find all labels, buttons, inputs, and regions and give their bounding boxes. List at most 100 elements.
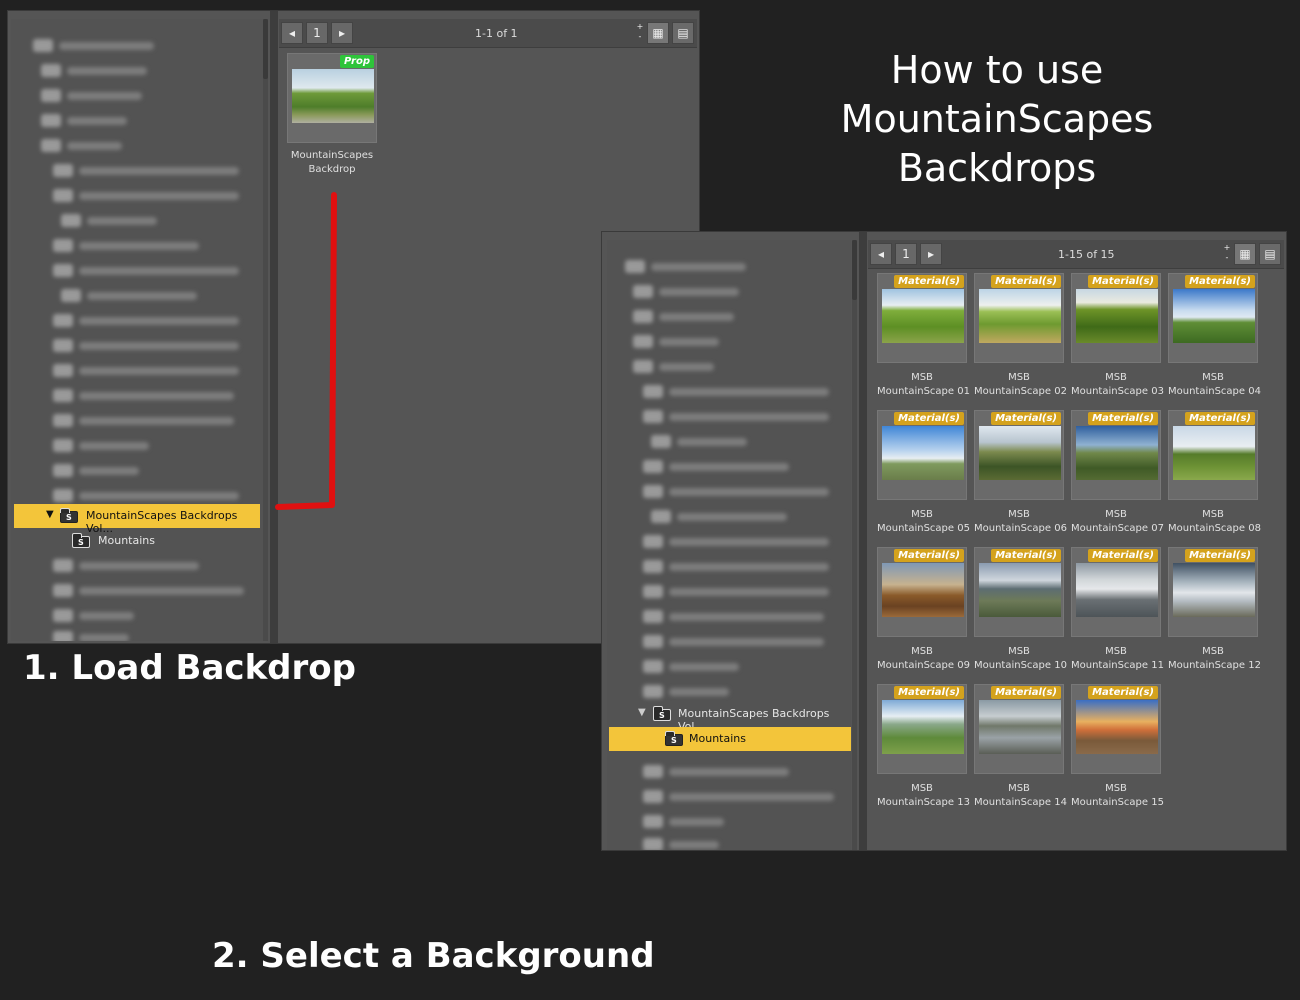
tree-item-blurred[interactable] (607, 685, 851, 699)
tree-item-mountainscapes-vol[interactable]: ▼ S MountainScapes Backdrops Vol... (607, 703, 851, 733)
asset-tile[interactable]: Material(s) MSB MountainScape 07 (1071, 410, 1164, 536)
prev-page-button[interactable]: ◂ (281, 22, 303, 44)
next-page-button[interactable]: ▸ (920, 243, 942, 265)
arrow-left-icon: ◂ (288, 26, 296, 40)
expand-arrow-icon[interactable]: ▼ (638, 707, 646, 718)
asset-tile[interactable]: Material(s) MSB MountainScape 11 (1071, 547, 1164, 673)
tree-item-blurred[interactable] (607, 838, 851, 850)
tree-item-blurred[interactable] (11, 89, 261, 103)
asset-tile[interactable]: Material(s) MSB MountainScape 09 (877, 547, 970, 673)
tree-item-blurred[interactable] (607, 485, 851, 499)
asset-label: MSB MountainScape 14 (974, 782, 1067, 810)
tree-item-blurred[interactable] (11, 464, 261, 478)
tree-item-blurred[interactable] (607, 285, 851, 299)
tree-item-mountainscapes-vol[interactable]: ▼ S MountainScapes Backdrops Vol... (14, 504, 260, 535)
tree-item-blurred[interactable] (607, 660, 851, 674)
asset-tile[interactable]: Material(s) MSB MountainScape 04 (1168, 273, 1261, 399)
tree-item-blurred[interactable] (11, 214, 261, 228)
material-badge: Material(s) (894, 412, 964, 425)
tree-item-blurred[interactable] (11, 584, 261, 598)
tree-item-blurred[interactable] (607, 310, 851, 324)
page-number-field[interactable]: 1 (306, 22, 328, 44)
list-view-button[interactable]: ▤ (1259, 243, 1281, 265)
tree-scrollbar[interactable] (263, 19, 268, 641)
tree-item-blurred[interactable] (607, 360, 851, 374)
tree-item-blurred[interactable] (11, 64, 261, 78)
folder-icon (53, 489, 73, 502)
tree-item-blurred[interactable] (11, 39, 261, 53)
asset-tile[interactable]: Material(s) MSB MountainScape 15 (1071, 684, 1164, 810)
tree-item-label (659, 313, 734, 321)
asset-label-line2: MountainScape 07 (1071, 523, 1164, 534)
scrollbar-thumb[interactable] (263, 19, 268, 79)
tree-item-blurred[interactable] (607, 335, 851, 349)
asset-tile[interactable]: Material(s) MSB MountainScape 12 (1168, 547, 1261, 673)
tree-item-blurred[interactable] (11, 314, 261, 328)
asset-tile[interactable]: Material(s) MSB MountainScape 10 (974, 547, 1067, 673)
tree-item-blurred[interactable] (11, 114, 261, 128)
tree-item-blurred[interactable] (11, 139, 261, 153)
scrollbar-thumb[interactable] (852, 240, 857, 300)
asset-tile[interactable]: Material(s) MSB MountainScape 02 (974, 273, 1067, 399)
next-page-button[interactable]: ▸ (331, 22, 353, 44)
tree-item-blurred[interactable] (11, 289, 261, 303)
tree-item-mountains[interactable]: S Mountains (14, 530, 260, 552)
tree-scrollbar[interactable] (852, 240, 857, 850)
tree-item-blurred[interactable] (11, 631, 261, 641)
tree-item-blurred[interactable] (607, 410, 851, 424)
tree-item-blurred[interactable] (11, 364, 261, 378)
prev-page-button[interactable]: ◂ (870, 243, 892, 265)
asset-thumbnail: Material(s) (877, 273, 967, 363)
page-number-field[interactable]: 1 (895, 243, 917, 265)
asset-tile[interactable]: Material(s) MSB MountainScape 13 (877, 684, 970, 810)
tree-item-label (67, 67, 147, 75)
asset-tile[interactable]: Material(s) MSB MountainScape 03 (1071, 273, 1164, 399)
tree-item-blurred[interactable] (607, 815, 851, 829)
tree-item-blurred[interactable] (11, 414, 261, 428)
grid-view-button[interactable]: ▦ (647, 22, 669, 44)
list-view-button[interactable]: ▤ (672, 22, 694, 44)
tree-item-blurred[interactable] (11, 559, 261, 573)
tree-item-blurred[interactable] (607, 635, 851, 649)
size-stepper[interactable]: + - (635, 22, 645, 44)
tree-item-blurred[interactable] (607, 460, 851, 474)
pane-splitter[interactable] (859, 232, 867, 850)
asset-tile[interactable]: Material(s) MSB MountainScape 14 (974, 684, 1067, 810)
tree-item-blurred[interactable] (607, 585, 851, 599)
tree-item-blurred[interactable] (607, 560, 851, 574)
asset-tile[interactable]: Material(s) MSB MountainScape 05 (877, 410, 970, 536)
folder-icon (53, 189, 73, 202)
asset-thumbnail: Material(s) (877, 684, 967, 774)
tree-item-blurred[interactable] (11, 164, 261, 178)
asset-tile[interactable]: Material(s) MSB MountainScape 06 (974, 410, 1067, 536)
tree-item-blurred[interactable] (11, 239, 261, 253)
tree-item-blurred[interactable] (607, 435, 851, 449)
tree-item-blurred[interactable] (607, 385, 851, 399)
tree-item-label (669, 413, 829, 421)
asset-tile[interactable]: Material(s) MSB MountainScape 01 (877, 273, 970, 399)
tree-item-blurred[interactable] (607, 510, 851, 524)
tree-item-label (669, 688, 729, 696)
expand-arrow-icon[interactable]: ▼ (46, 509, 54, 520)
grid-view-button[interactable]: ▦ (1234, 243, 1256, 265)
asset-label: MSB MountainScape 07 (1071, 508, 1164, 536)
tree-item-blurred[interactable] (11, 339, 261, 353)
tree-item-blurred[interactable] (11, 489, 261, 503)
tree-item-blurred[interactable] (11, 264, 261, 278)
tree-item-mountains[interactable]: S Mountains (609, 727, 851, 751)
size-stepper[interactable]: + - (1222, 243, 1232, 265)
asset-tile-backdrop[interactable]: Prop MountainScapes Backdrop (287, 53, 377, 177)
asset-label-line2: MountainScape 06 (974, 523, 1067, 534)
tree-item-blurred[interactable] (607, 790, 851, 804)
tree-item-blurred[interactable] (607, 535, 851, 549)
tree-item-blurred[interactable] (11, 389, 261, 403)
tree-item-blurred[interactable] (11, 189, 261, 203)
tree-item-blurred[interactable] (607, 765, 851, 779)
tree-item-blurred[interactable] (11, 609, 261, 623)
tree-item-blurred[interactable] (607, 260, 851, 274)
asset-tile[interactable]: Material(s) MSB MountainScape 08 (1168, 410, 1261, 536)
tree-item-blurred[interactable] (11, 439, 261, 453)
tree-item-blurred[interactable] (607, 610, 851, 624)
asset-label-line2: Backdrop (308, 164, 356, 175)
asset-label: MSB MountainScape 11 (1071, 645, 1164, 673)
